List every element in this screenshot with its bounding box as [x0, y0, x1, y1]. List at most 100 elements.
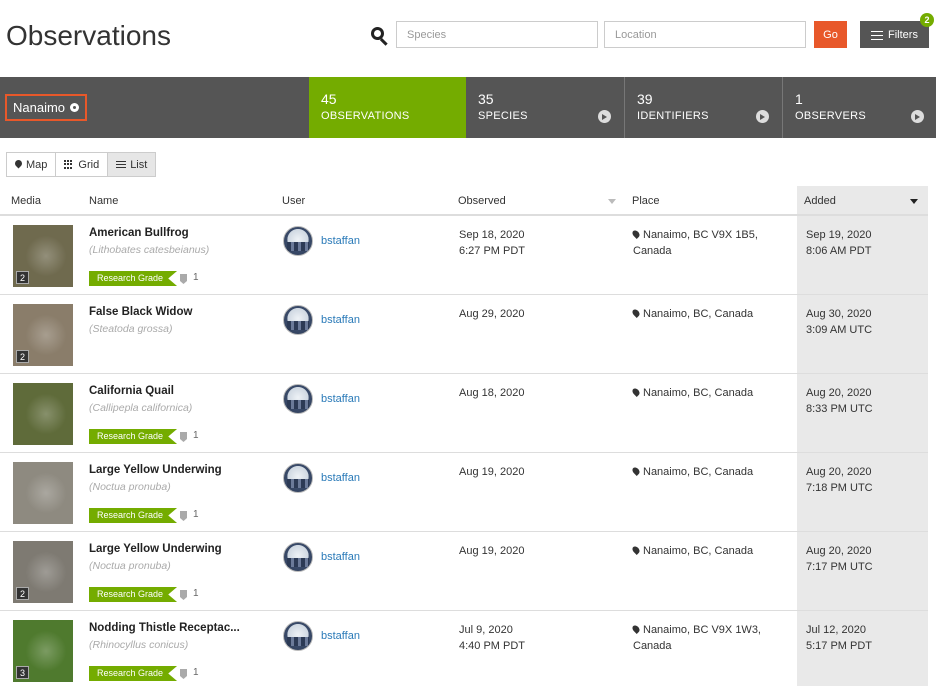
location-search-input[interactable] — [604, 21, 806, 48]
map-pin-icon — [631, 387, 641, 397]
place-label: Nanaimo, BC, Canada — [643, 308, 754, 320]
table-row[interactable]: 2 Large Yellow Underwing (Noctua pronuba) R… — [0, 533, 928, 611]
filters-button[interactable]: Filters — [860, 21, 929, 48]
user-link[interactable]: bstaffan — [321, 630, 360, 642]
column-added[interactable]: Added — [804, 195, 836, 207]
common-name-link[interactable]: Large Yellow Underwing — [89, 543, 222, 555]
arrow-right-icon[interactable] — [756, 110, 769, 123]
stat-identifiers[interactable]: 39 IDENTIFIERS — [624, 77, 781, 138]
arrow-right-icon[interactable] — [911, 110, 924, 123]
avatar[interactable] — [283, 384, 313, 414]
user-link[interactable]: bstaffan — [321, 393, 360, 405]
added-date: Aug 30, 2020 3:09 AM UTC — [806, 308, 873, 336]
column-media: Media — [11, 195, 41, 207]
common-name-link[interactable]: American Bullfrog — [89, 227, 189, 239]
sliders-icon — [871, 30, 884, 40]
table-row[interactable]: 3 Nodding Thistle Receptac... (Rhinocyllus… — [0, 612, 928, 686]
common-name-link[interactable]: Nodding Thistle Receptac... — [89, 622, 240, 634]
column-name[interactable]: Name — [89, 195, 118, 207]
identification-count: 1 — [193, 430, 199, 441]
place-label: Nanaimo, BC V9X 1B5, Canada — [633, 229, 758, 257]
avatar[interactable] — [283, 542, 313, 572]
map-view-button[interactable]: Map — [7, 153, 57, 176]
scientific-name: (Steatoda grossa) — [89, 323, 173, 335]
list-view-label: List — [130, 158, 148, 171]
avatar[interactable] — [283, 463, 313, 493]
sort-added-icon[interactable] — [910, 199, 918, 204]
stat-species-label: SPECIES — [478, 110, 528, 122]
observation-photo[interactable]: 3 — [13, 620, 73, 682]
search-icon[interactable] — [370, 26, 390, 46]
map-pin-icon — [631, 308, 641, 318]
place-text: Nanaimo, BC V9X 1B5, Canada — [631, 227, 793, 259]
place-label: Nanaimo, BC, Canada — [643, 545, 754, 557]
filters-count-badge: 2 — [920, 13, 934, 27]
column-place[interactable]: Place — [632, 195, 660, 207]
table-row[interactable]: California Quail (Callipepla californica)… — [0, 375, 928, 453]
observed-date: Jul 9, 2020 4:40 PM PDT — [459, 624, 526, 652]
arrow-right-icon[interactable] — [598, 110, 611, 123]
table-row[interactable]: 2 American Bullfrog (Lithobates catesbeian… — [0, 217, 928, 295]
place-filter-chip[interactable]: Nanaimo — [5, 94, 88, 121]
grid-view-label: Grid — [78, 158, 100, 171]
user-link[interactable]: bstaffan — [321, 235, 360, 247]
species-search-input[interactable] — [396, 21, 598, 48]
user-link[interactable]: bstaffan — [321, 314, 360, 326]
observation-photo[interactable]: 2 — [13, 304, 73, 366]
photo-count-badge: 2 — [16, 271, 29, 284]
observation-photo[interactable]: 2 — [13, 225, 73, 287]
map-pin-icon — [631, 229, 641, 239]
observation-photo[interactable]: 2 — [13, 541, 73, 603]
place-text: Nanaimo, BC V9X 1W3, Canada — [631, 622, 793, 654]
column-observed[interactable]: Observed — [458, 195, 506, 207]
stat-observations[interactable]: 45 OBSERVATIONS — [309, 77, 466, 138]
stat-identifiers-label: IDENTIFIERS — [637, 110, 709, 122]
added-date: Jul 12, 2020 5:17 PM PDT — [806, 624, 873, 652]
research-grade-badge: Research Grade — [89, 508, 178, 523]
observation-photo[interactable] — [13, 383, 73, 445]
research-grade-badge: Research Grade — [89, 587, 178, 602]
avatar[interactable] — [283, 621, 313, 651]
remove-place-icon[interactable] — [70, 103, 80, 112]
user-link[interactable]: bstaffan — [321, 472, 360, 484]
identification-icon — [180, 511, 187, 521]
column-user[interactable]: User — [282, 195, 305, 207]
map-view-label: Map — [26, 158, 48, 171]
common-name-link[interactable]: California Quail — [89, 385, 174, 397]
stat-observations-label: OBSERVATIONS — [321, 110, 410, 122]
grid-view-button[interactable]: Grid — [56, 153, 109, 176]
place-text: Nanaimo, BC, Canada — [631, 385, 793, 401]
place-label: Nanaimo, BC, Canada — [643, 387, 754, 399]
avatar[interactable] — [283, 226, 313, 256]
identification-count: 1 — [193, 588, 199, 599]
stat-identifiers-count: 39 — [637, 91, 653, 107]
stats-bar: Nanaimo 45 OBSERVATIONS 35 SPECIES 39 ID… — [0, 77, 936, 138]
stat-observers[interactable]: 1 OBSERVERS — [782, 77, 936, 138]
research-grade-badge: Research Grade — [89, 666, 178, 681]
common-name-link[interactable]: False Black Widow — [89, 306, 192, 318]
stat-observers-count: 1 — [795, 91, 803, 107]
added-date: Aug 20, 2020 7:17 PM UTC — [806, 545, 873, 573]
avatar[interactable] — [283, 305, 313, 335]
user-link[interactable]: bstaffan — [321, 551, 360, 563]
added-date: Aug 20, 2020 7:18 PM UTC — [806, 466, 873, 494]
photo-count-badge: 2 — [16, 587, 29, 600]
sort-observed-icon[interactable] — [608, 199, 616, 204]
go-button[interactable]: Go — [814, 21, 847, 48]
observation-photo[interactable] — [13, 462, 73, 524]
stat-species-count: 35 — [478, 91, 494, 107]
scientific-name: (Lithobates catesbeianus) — [89, 244, 210, 256]
stat-species[interactable]: 35 SPECIES — [466, 77, 623, 138]
photo-count-badge: 3 — [16, 666, 29, 679]
list-view-button[interactable]: List — [108, 153, 156, 176]
scientific-name: (Callipepla californica) — [89, 402, 193, 414]
added-date: Sep 19, 2020 8:06 AM PDT — [806, 229, 872, 257]
observed-date: Sep 18, 2020 6:27 PM PDT — [459, 229, 526, 257]
observed-date: Aug 29, 2020 — [459, 308, 525, 320]
place-text: Nanaimo, BC, Canada — [631, 543, 793, 559]
common-name-link[interactable]: Large Yellow Underwing — [89, 464, 222, 476]
stat-observations-count: 45 — [321, 91, 337, 107]
place-label: Nanaimo, BC V9X 1W3, Canada — [633, 624, 761, 652]
table-row[interactable]: Large Yellow Underwing (Noctua pronuba) Re… — [0, 454, 928, 532]
table-row[interactable]: 2 False Black Widow (Steatoda grossa) bstaf… — [0, 296, 928, 374]
